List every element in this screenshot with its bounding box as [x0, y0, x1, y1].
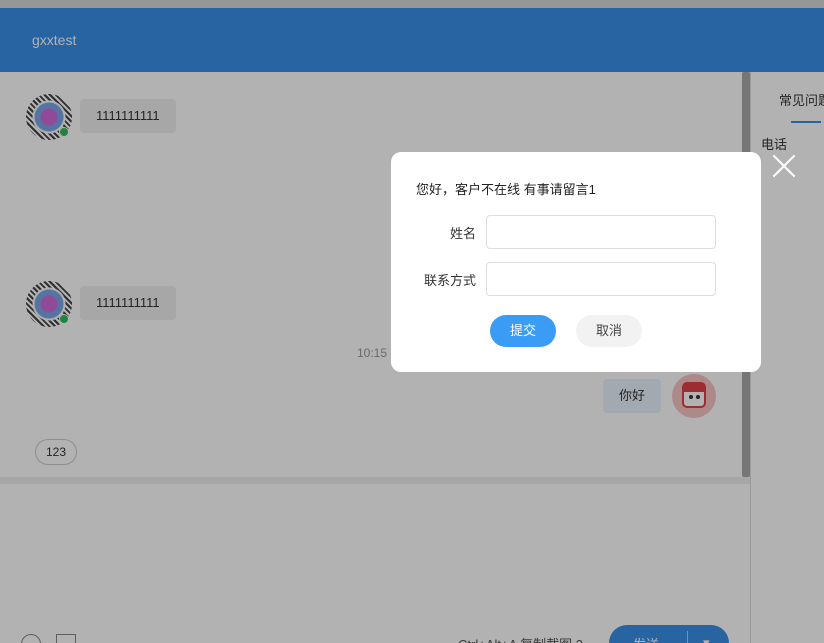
contact-input[interactable]: [486, 262, 716, 296]
name-label: 姓名: [449, 226, 476, 241]
cancel-button[interactable]: 取消: [576, 315, 642, 347]
submit-button[interactable]: 提交: [490, 315, 556, 347]
offline-message: 您好，客户不在线 有事请留言1: [416, 182, 596, 197]
leave-message-dialog: 您好，客户不在线 有事请留言1 姓名 联系方式 提交 取消: [391, 152, 761, 372]
name-input[interactable]: [486, 215, 716, 249]
contact-label: 联系方式: [423, 273, 476, 288]
close-icon[interactable]: [771, 153, 797, 179]
